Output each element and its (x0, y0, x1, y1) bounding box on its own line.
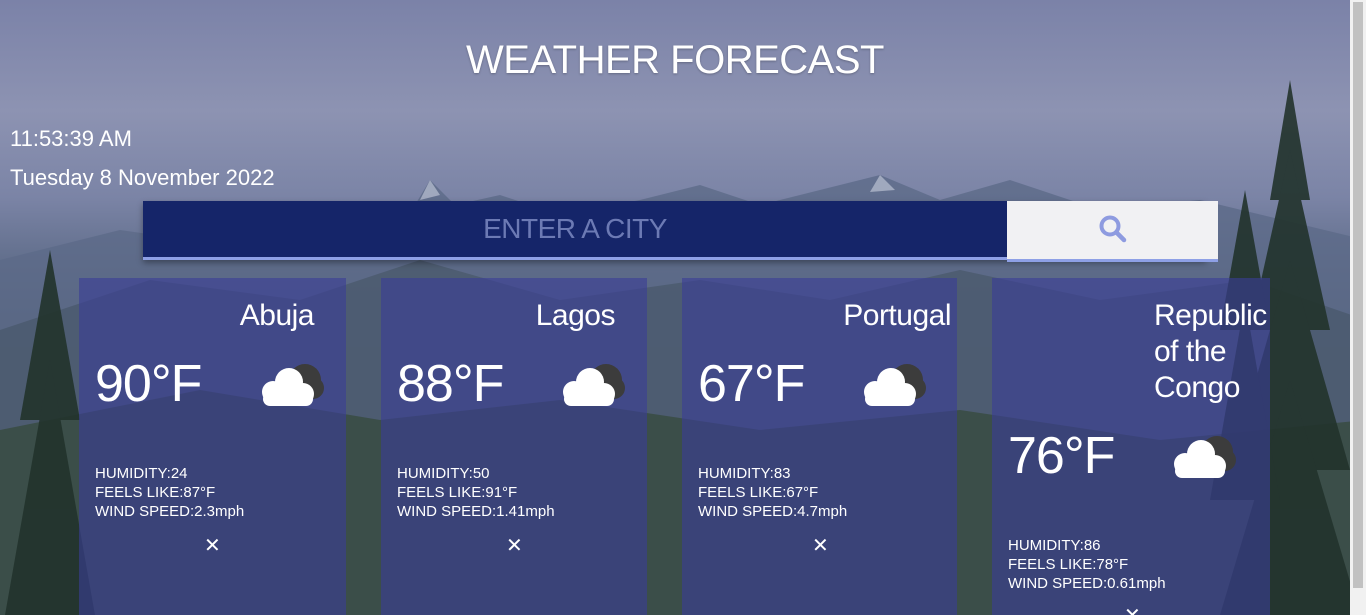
card-humidity: HUMIDITY:24 (95, 465, 188, 482)
weather-card-lagos: Lagos 88°F HUMIDITY:50 FEELS LIKE:91°F W… (381, 278, 647, 615)
search-button[interactable] (1007, 201, 1218, 262)
city-search-input[interactable] (143, 201, 1007, 260)
page-scrollbar[interactable] (1350, 0, 1366, 615)
cloud-icon (556, 360, 630, 415)
scrollbar-thumb[interactable] (1353, 2, 1363, 588)
card-city-name-line: of the (1154, 335, 1227, 368)
card-temperature: 76°F (1008, 427, 1115, 485)
card-city-name: Abuja (239, 299, 315, 332)
close-card-button[interactable]: ✕ (506, 536, 523, 556)
card-stats: HUMIDITY:83 FEELS LIKE:67°F WIND SPEED:4… (698, 464, 847, 521)
close-card-button[interactable]: ✕ (204, 536, 221, 556)
weather-card-republic-of-the-congo: Republic of the Congo 76°F HUMIDITY:86 F… (992, 278, 1270, 615)
card-humidity: HUMIDITY:83 (698, 465, 791, 482)
card-city-name-line: Republic (1154, 299, 1267, 332)
card-wind-speed: WIND SPEED:0.61mph (1008, 575, 1166, 592)
card-temperature: 90°F (95, 355, 202, 413)
card-city-name: Lagos (535, 299, 616, 332)
card-humidity: HUMIDITY:50 (397, 465, 490, 482)
weather-card-abuja: Abuja 90°F HUMIDITY:24 FEELS LIKE:87°F W… (79, 278, 346, 615)
search-icon (1098, 214, 1128, 247)
card-temperature: 88°F (397, 355, 504, 413)
card-feels-like: FEELS LIKE:91°F (397, 484, 518, 501)
card-wind-speed: WIND SPEED:1.41mph (397, 503, 555, 520)
page-title: WEATHER FORECAST (466, 38, 884, 82)
weather-card-portugal: Portugal 67°F HUMIDITY:83 FEELS LIKE:67°… (682, 278, 957, 615)
card-feels-like: FEELS LIKE:87°F (95, 484, 216, 501)
card-city-name: Republic of the Congo (1154, 298, 1267, 406)
card-humidity: HUMIDITY:86 (1008, 537, 1101, 554)
search-bar (143, 201, 1218, 262)
current-date: Tuesday 8 November 2022 (10, 165, 275, 190)
current-time: 11:53:39 AM (10, 126, 132, 151)
cloud-icon (1167, 432, 1241, 487)
cloud-icon (857, 360, 931, 415)
cloud-icon (255, 360, 329, 415)
card-wind-speed: WIND SPEED:4.7mph (698, 503, 848, 520)
card-temperature: 67°F (698, 355, 805, 413)
card-city-name: Portugal (843, 299, 951, 332)
card-stats: HUMIDITY:24 FEELS LIKE:87°F WIND SPEED:2… (95, 464, 244, 521)
card-stats: HUMIDITY:50 FEELS LIKE:91°F WIND SPEED:1… (397, 464, 555, 521)
card-wind-speed: WIND SPEED:2.3mph (95, 503, 245, 520)
card-stats: HUMIDITY:86 FEELS LIKE:78°F WIND SPEED:0… (1008, 536, 1166, 593)
close-card-button[interactable]: ✕ (812, 536, 829, 556)
close-card-button[interactable]: ✕ (1124, 606, 1141, 615)
card-city-name-line: Congo (1154, 371, 1240, 404)
card-feels-like: FEELS LIKE:78°F (1008, 556, 1129, 573)
card-feels-like: FEELS LIKE:67°F (698, 484, 819, 501)
